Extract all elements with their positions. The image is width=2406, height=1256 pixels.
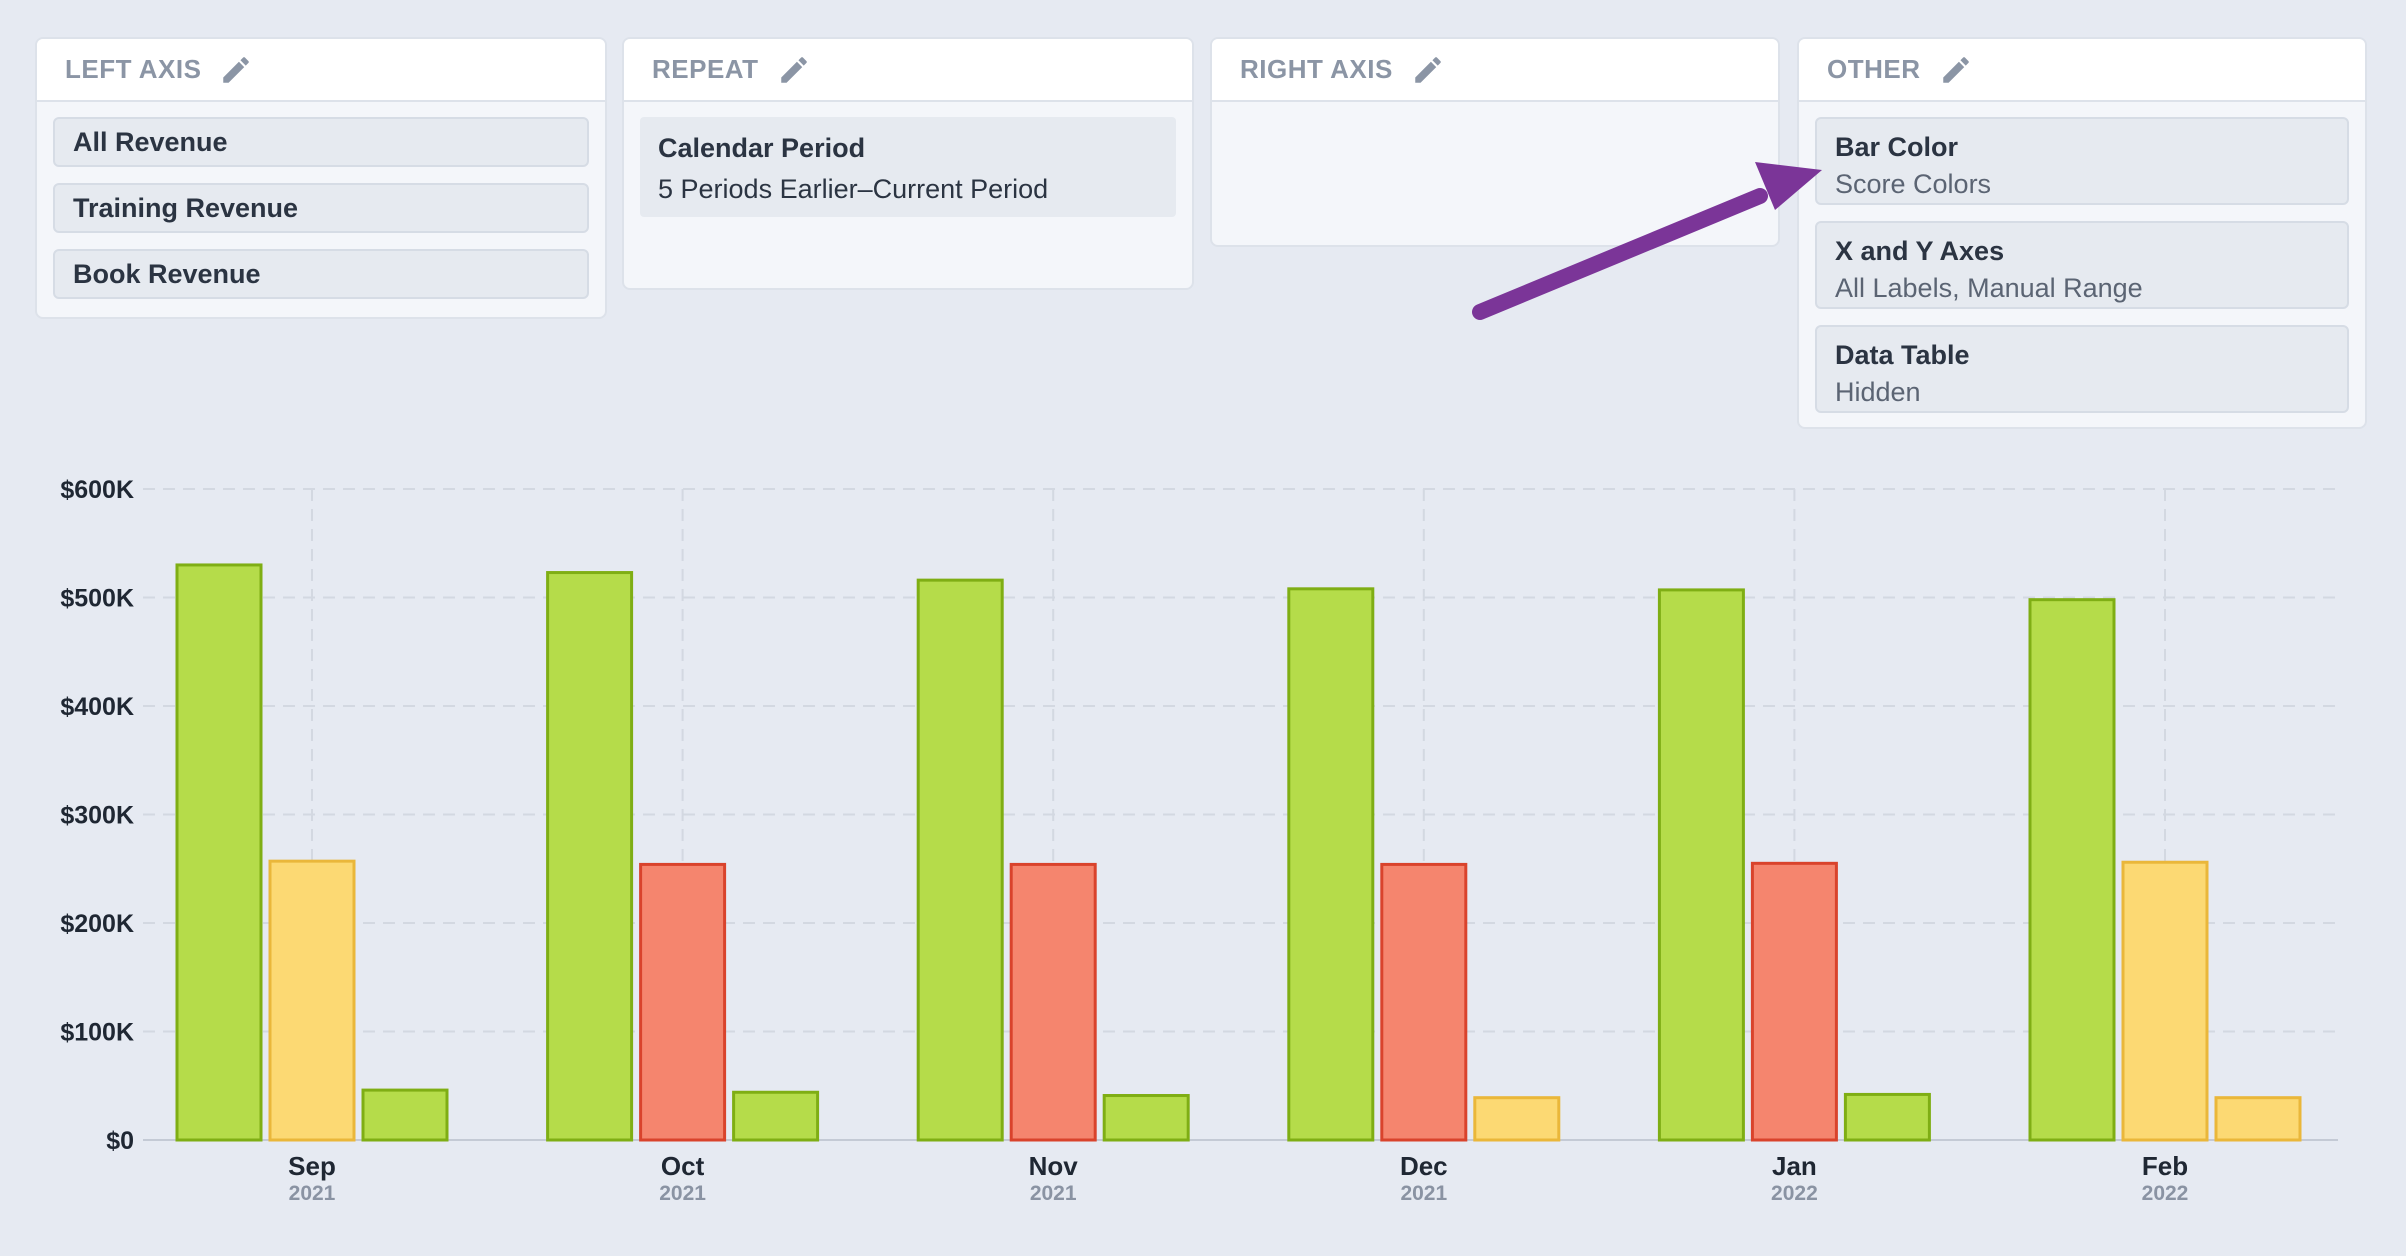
bar — [639, 862, 727, 1142]
bar — [732, 1090, 820, 1142]
y-tick-label: $500K — [60, 585, 134, 613]
x-tick-year: 2022 — [2142, 1182, 2189, 1205]
x-tick-year: 2021 — [1400, 1182, 1447, 1205]
x-tick-year: 2021 — [659, 1182, 706, 1205]
bar-chart: $0$100K$200K$300K$400K$500K$600K Sep2021… — [60, 162, 2338, 1205]
y-tick-label: $0 — [106, 1127, 134, 1155]
bar — [916, 578, 1004, 1142]
bar — [1750, 861, 1838, 1142]
x-tick-month: Sep — [288, 1151, 336, 1181]
x-tick-year: 2022 — [1771, 1182, 1818, 1205]
bar — [1102, 1094, 1190, 1142]
x-tick-month: Oct — [661, 1151, 705, 1181]
y-tick-label: $200K — [60, 910, 134, 938]
bar — [1380, 862, 1468, 1142]
chart-grid — [143, 488, 2338, 1141]
bar — [1287, 587, 1375, 1142]
x-tick-month: Feb — [2142, 1151, 2188, 1181]
bar — [546, 571, 634, 1142]
y-tick-label: $400K — [60, 693, 134, 721]
x-tick-month: Nov — [1029, 1151, 1079, 1181]
bar — [175, 563, 263, 1142]
y-tick-label: $100K — [60, 1019, 134, 1047]
bar — [2028, 598, 2116, 1142]
x-tick-month: Dec — [1400, 1151, 1448, 1181]
x-tick-month: Jan — [1772, 1151, 1817, 1181]
y-axis: $0 $100K $200K $300K $400K $500K $600K — [60, 476, 134, 1155]
x-tick-year: 2021 — [289, 1182, 336, 1205]
bar — [2214, 1096, 2302, 1142]
y-tick-label: $300K — [60, 802, 134, 830]
bar — [1009, 862, 1097, 1142]
bar — [2121, 860, 2209, 1142]
chart-bars — [175, 563, 2302, 1142]
y-tick-label: $600K — [60, 476, 134, 504]
bar — [268, 859, 356, 1142]
bar — [1843, 1092, 1931, 1142]
bar — [361, 1088, 449, 1142]
bar — [1473, 1096, 1561, 1142]
arrow-annotation — [1472, 162, 1822, 320]
bar — [1657, 588, 1745, 1142]
x-tick-year: 2021 — [1030, 1182, 1077, 1205]
x-axis: Sep2021Oct2021Nov2021Dec2021Jan2022Feb20… — [288, 1151, 2188, 1205]
